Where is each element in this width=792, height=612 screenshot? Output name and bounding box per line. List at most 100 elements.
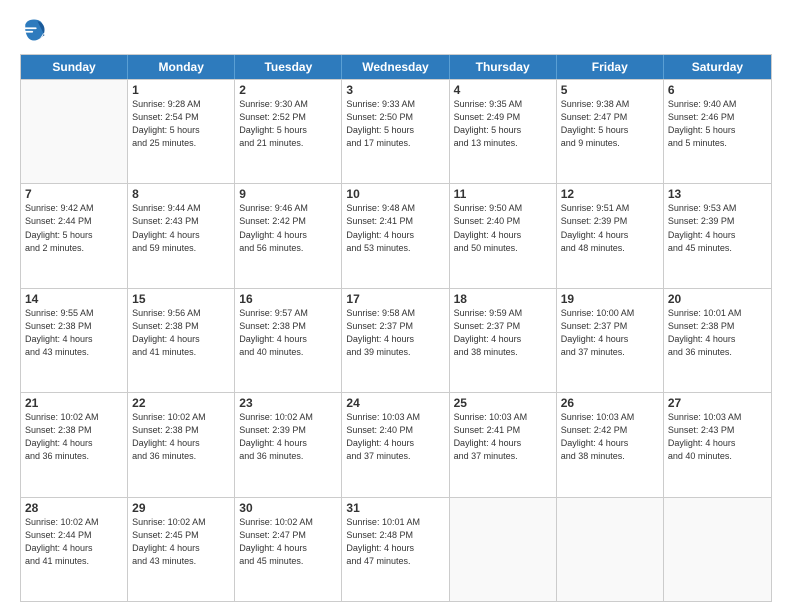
day-number: 23 <box>239 396 337 410</box>
header <box>20 16 772 44</box>
cal-week-3: 14Sunrise: 9:55 AM Sunset: 2:38 PM Dayli… <box>21 288 771 392</box>
cal-day-1: 1Sunrise: 9:28 AM Sunset: 2:54 PM Daylig… <box>128 80 235 183</box>
day-number: 31 <box>346 501 444 515</box>
day-number: 9 <box>239 187 337 201</box>
day-info: Sunrise: 10:01 AM Sunset: 2:38 PM Daylig… <box>668 307 767 359</box>
day-info: Sunrise: 10:01 AM Sunset: 2:48 PM Daylig… <box>346 516 444 568</box>
cal-header-saturday: Saturday <box>664 55 771 79</box>
cal-day-5: 5Sunrise: 9:38 AM Sunset: 2:47 PM Daylig… <box>557 80 664 183</box>
day-number: 8 <box>132 187 230 201</box>
day-number: 11 <box>454 187 552 201</box>
cal-day-29: 29Sunrise: 10:02 AM Sunset: 2:45 PM Dayl… <box>128 498 235 601</box>
cal-day-2: 2Sunrise: 9:30 AM Sunset: 2:52 PM Daylig… <box>235 80 342 183</box>
calendar-body: 1Sunrise: 9:28 AM Sunset: 2:54 PM Daylig… <box>21 79 771 601</box>
calendar-header-row: SundayMondayTuesdayWednesdayThursdayFrid… <box>21 55 771 79</box>
day-number: 13 <box>668 187 767 201</box>
day-info: Sunrise: 10:03 AM Sunset: 2:40 PM Daylig… <box>346 411 444 463</box>
day-info: Sunrise: 9:59 AM Sunset: 2:37 PM Dayligh… <box>454 307 552 359</box>
cal-day-23: 23Sunrise: 10:02 AM Sunset: 2:39 PM Dayl… <box>235 393 342 496</box>
day-info: Sunrise: 10:03 AM Sunset: 2:41 PM Daylig… <box>454 411 552 463</box>
cal-day-7: 7Sunrise: 9:42 AM Sunset: 2:44 PM Daylig… <box>21 184 128 287</box>
day-number: 17 <box>346 292 444 306</box>
calendar: SundayMondayTuesdayWednesdayThursdayFrid… <box>20 54 772 602</box>
cal-day-25: 25Sunrise: 10:03 AM Sunset: 2:41 PM Dayl… <box>450 393 557 496</box>
day-info: Sunrise: 9:57 AM Sunset: 2:38 PM Dayligh… <box>239 307 337 359</box>
cal-week-1: 1Sunrise: 9:28 AM Sunset: 2:54 PM Daylig… <box>21 79 771 183</box>
cal-day-18: 18Sunrise: 9:59 AM Sunset: 2:37 PM Dayli… <box>450 289 557 392</box>
day-info: Sunrise: 9:56 AM Sunset: 2:38 PM Dayligh… <box>132 307 230 359</box>
day-info: Sunrise: 10:02 AM Sunset: 2:44 PM Daylig… <box>25 516 123 568</box>
day-info: Sunrise: 10:02 AM Sunset: 2:38 PM Daylig… <box>132 411 230 463</box>
day-number: 29 <box>132 501 230 515</box>
day-number: 21 <box>25 396 123 410</box>
day-number: 28 <box>25 501 123 515</box>
day-info: Sunrise: 10:02 AM Sunset: 2:45 PM Daylig… <box>132 516 230 568</box>
day-number: 1 <box>132 83 230 97</box>
day-info: Sunrise: 9:58 AM Sunset: 2:37 PM Dayligh… <box>346 307 444 359</box>
cal-empty-cell <box>664 498 771 601</box>
cal-day-12: 12Sunrise: 9:51 AM Sunset: 2:39 PM Dayli… <box>557 184 664 287</box>
cal-day-9: 9Sunrise: 9:46 AM Sunset: 2:42 PM Daylig… <box>235 184 342 287</box>
cal-week-2: 7Sunrise: 9:42 AM Sunset: 2:44 PM Daylig… <box>21 183 771 287</box>
cal-day-21: 21Sunrise: 10:02 AM Sunset: 2:38 PM Dayl… <box>21 393 128 496</box>
day-info: Sunrise: 10:03 AM Sunset: 2:42 PM Daylig… <box>561 411 659 463</box>
day-info: Sunrise: 9:30 AM Sunset: 2:52 PM Dayligh… <box>239 98 337 150</box>
day-number: 16 <box>239 292 337 306</box>
cal-day-6: 6Sunrise: 9:40 AM Sunset: 2:46 PM Daylig… <box>664 80 771 183</box>
cal-day-15: 15Sunrise: 9:56 AM Sunset: 2:38 PM Dayli… <box>128 289 235 392</box>
day-info: Sunrise: 9:50 AM Sunset: 2:40 PM Dayligh… <box>454 202 552 254</box>
day-info: Sunrise: 10:02 AM Sunset: 2:47 PM Daylig… <box>239 516 337 568</box>
cal-day-30: 30Sunrise: 10:02 AM Sunset: 2:47 PM Dayl… <box>235 498 342 601</box>
cal-day-22: 22Sunrise: 10:02 AM Sunset: 2:38 PM Dayl… <box>128 393 235 496</box>
cal-header-tuesday: Tuesday <box>235 55 342 79</box>
day-info: Sunrise: 9:53 AM Sunset: 2:39 PM Dayligh… <box>668 202 767 254</box>
day-number: 20 <box>668 292 767 306</box>
day-info: Sunrise: 10:02 AM Sunset: 2:38 PM Daylig… <box>25 411 123 463</box>
logo-icon <box>20 16 48 44</box>
day-number: 2 <box>239 83 337 97</box>
cal-day-20: 20Sunrise: 10:01 AM Sunset: 2:38 PM Dayl… <box>664 289 771 392</box>
day-info: Sunrise: 9:51 AM Sunset: 2:39 PM Dayligh… <box>561 202 659 254</box>
day-info: Sunrise: 9:35 AM Sunset: 2:49 PM Dayligh… <box>454 98 552 150</box>
day-number: 26 <box>561 396 659 410</box>
day-number: 10 <box>346 187 444 201</box>
day-number: 25 <box>454 396 552 410</box>
cal-day-24: 24Sunrise: 10:03 AM Sunset: 2:40 PM Dayl… <box>342 393 449 496</box>
cal-day-17: 17Sunrise: 9:58 AM Sunset: 2:37 PM Dayli… <box>342 289 449 392</box>
day-number: 15 <box>132 292 230 306</box>
cal-day-28: 28Sunrise: 10:02 AM Sunset: 2:44 PM Dayl… <box>21 498 128 601</box>
day-number: 18 <box>454 292 552 306</box>
cal-header-sunday: Sunday <box>21 55 128 79</box>
day-info: Sunrise: 9:46 AM Sunset: 2:42 PM Dayligh… <box>239 202 337 254</box>
cal-day-8: 8Sunrise: 9:44 AM Sunset: 2:43 PM Daylig… <box>128 184 235 287</box>
cal-week-4: 21Sunrise: 10:02 AM Sunset: 2:38 PM Dayl… <box>21 392 771 496</box>
cal-day-14: 14Sunrise: 9:55 AM Sunset: 2:38 PM Dayli… <box>21 289 128 392</box>
day-number: 12 <box>561 187 659 201</box>
day-info: Sunrise: 9:33 AM Sunset: 2:50 PM Dayligh… <box>346 98 444 150</box>
day-info: Sunrise: 9:48 AM Sunset: 2:41 PM Dayligh… <box>346 202 444 254</box>
cal-day-3: 3Sunrise: 9:33 AM Sunset: 2:50 PM Daylig… <box>342 80 449 183</box>
day-number: 30 <box>239 501 337 515</box>
day-number: 24 <box>346 396 444 410</box>
page: SundayMondayTuesdayWednesdayThursdayFrid… <box>0 0 792 612</box>
cal-day-11: 11Sunrise: 9:50 AM Sunset: 2:40 PM Dayli… <box>450 184 557 287</box>
day-info: Sunrise: 9:42 AM Sunset: 2:44 PM Dayligh… <box>25 202 123 254</box>
cal-week-5: 28Sunrise: 10:02 AM Sunset: 2:44 PM Dayl… <box>21 497 771 601</box>
day-number: 6 <box>668 83 767 97</box>
cal-header-thursday: Thursday <box>450 55 557 79</box>
day-number: 14 <box>25 292 123 306</box>
cal-day-19: 19Sunrise: 10:00 AM Sunset: 2:37 PM Dayl… <box>557 289 664 392</box>
day-number: 19 <box>561 292 659 306</box>
day-number: 22 <box>132 396 230 410</box>
day-info: Sunrise: 10:02 AM Sunset: 2:39 PM Daylig… <box>239 411 337 463</box>
cal-empty-cell <box>450 498 557 601</box>
cal-day-27: 27Sunrise: 10:03 AM Sunset: 2:43 PM Dayl… <box>664 393 771 496</box>
day-info: Sunrise: 9:55 AM Sunset: 2:38 PM Dayligh… <box>25 307 123 359</box>
day-info: Sunrise: 9:38 AM Sunset: 2:47 PM Dayligh… <box>561 98 659 150</box>
day-number: 27 <box>668 396 767 410</box>
day-number: 4 <box>454 83 552 97</box>
day-info: Sunrise: 10:03 AM Sunset: 2:43 PM Daylig… <box>668 411 767 463</box>
cal-day-31: 31Sunrise: 10:01 AM Sunset: 2:48 PM Dayl… <box>342 498 449 601</box>
day-info: Sunrise: 9:28 AM Sunset: 2:54 PM Dayligh… <box>132 98 230 150</box>
day-info: Sunrise: 10:00 AM Sunset: 2:37 PM Daylig… <box>561 307 659 359</box>
